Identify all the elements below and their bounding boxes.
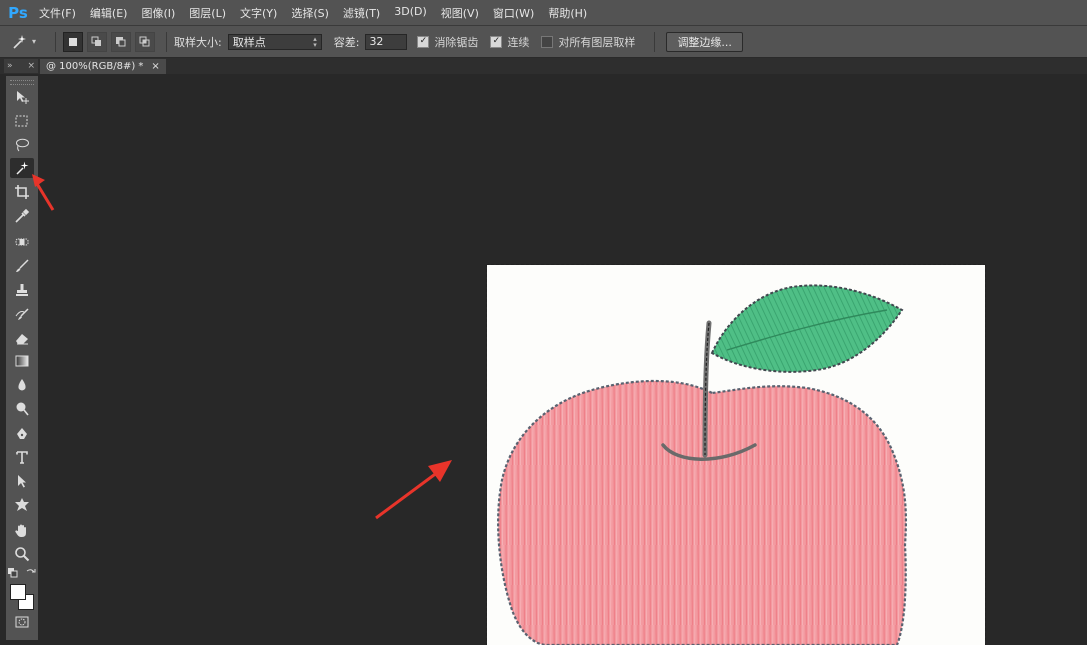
sample-all-layers-option[interactable]: 对所有图层取样 — [541, 34, 635, 50]
sample-size-value: 取样点 — [232, 35, 266, 49]
dropdown-arrows-icon: ▴ ▾ — [313, 34, 317, 49]
document-tab-strip: » × @ 100%(RGB/8#) * × — [0, 58, 1087, 74]
options-bar: ▾ 取样大小: 取样点 ▴ ▾ 容差: 32 ✓ 消除锯齿 ✓ 连续 对所有图层取… — [0, 26, 1087, 58]
pen-tool[interactable] — [10, 424, 34, 444]
menu-bar: Ps 文件(F) 编辑(E) 图像(I) 图层(L) 文字(Y) 选择(S) 滤镜(T) 3D… — [0, 0, 1087, 26]
toolbox-grip[interactable] — [10, 80, 34, 85]
blur-tool[interactable] — [10, 375, 34, 395]
subtract-selection-icon — [116, 36, 126, 46]
hand-tool-icon — [15, 524, 26, 537]
sample-all-layers-label: 对所有图层取样 — [558, 35, 636, 49]
history-brush-tool[interactable] — [10, 304, 34, 324]
dodge-tool[interactable] — [10, 399, 34, 419]
chevron-down-icon: ▾ — [32, 37, 37, 46]
contiguous-option[interactable]: ✓ 连续 — [490, 34, 529, 50]
clone-stamp-tool-icon — [16, 284, 28, 296]
move-tool[interactable] — [10, 87, 34, 107]
anti-alias-label: 消除锯齿 — [434, 35, 479, 49]
eraser-tool[interactable] — [10, 328, 34, 348]
lasso-tool[interactable] — [10, 135, 34, 155]
menu-item[interactable]: 窗口(W) — [486, 5, 541, 21]
shape-tool-icon — [15, 498, 29, 511]
intersect-selection-button[interactable] — [135, 31, 155, 52]
path-selection-tool-icon — [18, 475, 26, 488]
dodge-tool-icon — [16, 402, 29, 416]
default-colors-icon[interactable] — [8, 568, 18, 578]
sample-size-dropdown[interactable]: 取样点 ▴ ▾ — [227, 33, 322, 50]
menu-item[interactable]: 文字(Y) — [233, 5, 284, 21]
contiguous-checkbox[interactable]: ✓ — [490, 35, 503, 48]
zoom-tool-icon — [15, 547, 30, 562]
anti-alias-checkbox[interactable]: ✓ — [417, 35, 430, 48]
brush-tool[interactable] — [10, 256, 34, 276]
intersect-selection-icon — [139, 36, 150, 46]
shape-tool[interactable] — [10, 495, 34, 515]
contiguous-label: 连续 — [507, 35, 530, 49]
close-tab-icon[interactable]: × — [151, 61, 159, 72]
path-selection-tool[interactable] — [10, 471, 34, 491]
menu-item[interactable]: 视图(V) — [434, 5, 486, 21]
apple-leaf — [710, 284, 904, 373]
apple-drawing — [497, 284, 908, 645]
toolbox — [6, 76, 38, 640]
apple-body — [497, 379, 908, 645]
move-tool-icon — [17, 91, 29, 104]
collapse-icon[interactable]: » — [7, 61, 13, 71]
history-brush-tool-icon — [15, 308, 29, 320]
close-panel-icon[interactable]: × — [27, 61, 35, 71]
separator — [55, 31, 56, 52]
quick-mask-icon — [15, 616, 29, 628]
document-canvas[interactable] — [486, 264, 986, 645]
menu-item[interactable]: 图层(L) — [182, 5, 233, 21]
annotation-arrow-toolbox — [32, 174, 55, 211]
annotation-arrow-canvas — [375, 460, 452, 520]
zoom-tool[interactable] — [10, 544, 34, 564]
tolerance-label: 容差: — [333, 35, 360, 49]
menu-item[interactable]: 3D(D) — [387, 5, 434, 21]
swap-colors-icon[interactable] — [26, 568, 36, 578]
tolerance-input[interactable]: 32 — [365, 33, 408, 50]
refine-edge-button[interactable]: 调整边缘... — [666, 31, 743, 52]
toolbox-panel-controls[interactable]: » × — [4, 59, 38, 73]
menu-item[interactable]: 图像(I) — [134, 5, 182, 21]
document-tab[interactable]: @ 100%(RGB/8#) * × — [40, 59, 166, 74]
hand-tool[interactable] — [10, 521, 34, 541]
menu-item[interactable]: 选择(S) — [284, 5, 336, 21]
healing-brush-tool-icon — [15, 238, 29, 246]
pen-tool-icon — [17, 428, 27, 439]
add-selection-icon — [91, 36, 101, 46]
gradient-tool-icon — [15, 355, 29, 367]
type-tool-icon — [16, 451, 28, 464]
menu-item[interactable]: 编辑(E) — [83, 5, 135, 21]
separator — [654, 31, 656, 52]
healing-brush-tool[interactable] — [10, 232, 34, 252]
quick-mask-button[interactable] — [10, 612, 34, 632]
blur-tool-icon — [18, 379, 26, 391]
add-to-selection-button[interactable] — [87, 31, 107, 52]
type-tool[interactable] — [10, 447, 34, 467]
brush-tool-icon — [16, 259, 29, 272]
tool-preset-picker[interactable]: ▾ — [10, 31, 48, 53]
menu-item[interactable]: 帮助(H) — [541, 5, 594, 21]
sample-size-label: 取样大小: — [174, 35, 222, 49]
rect-marquee-tool[interactable] — [10, 111, 34, 131]
magic-wand-icon — [13, 34, 26, 49]
sample-all-layers-checkbox[interactable] — [541, 35, 554, 48]
new-selection-button[interactable] — [63, 31, 83, 52]
subtract-from-selection-button[interactable] — [111, 31, 131, 52]
gradient-tool[interactable] — [10, 351, 34, 371]
foreground-color-swatch[interactable] — [10, 584, 26, 600]
lasso-tool-icon — [16, 138, 29, 152]
photoshop-logo: Ps — [8, 3, 28, 22]
new-selection-icon — [69, 37, 77, 46]
anti-alias-option[interactable]: ✓ 消除锯齿 — [417, 34, 478, 50]
rect-marquee-tool-icon — [15, 115, 28, 127]
separator — [166, 31, 167, 52]
clone-stamp-tool[interactable] — [10, 280, 34, 300]
menu-item[interactable]: 文件(F) — [32, 5, 83, 21]
document-tab-title: @ 100%(RGB/8#) * — [46, 61, 144, 72]
menu-item[interactable]: 滤镜(T) — [336, 5, 387, 21]
eraser-tool-icon — [16, 334, 28, 345]
